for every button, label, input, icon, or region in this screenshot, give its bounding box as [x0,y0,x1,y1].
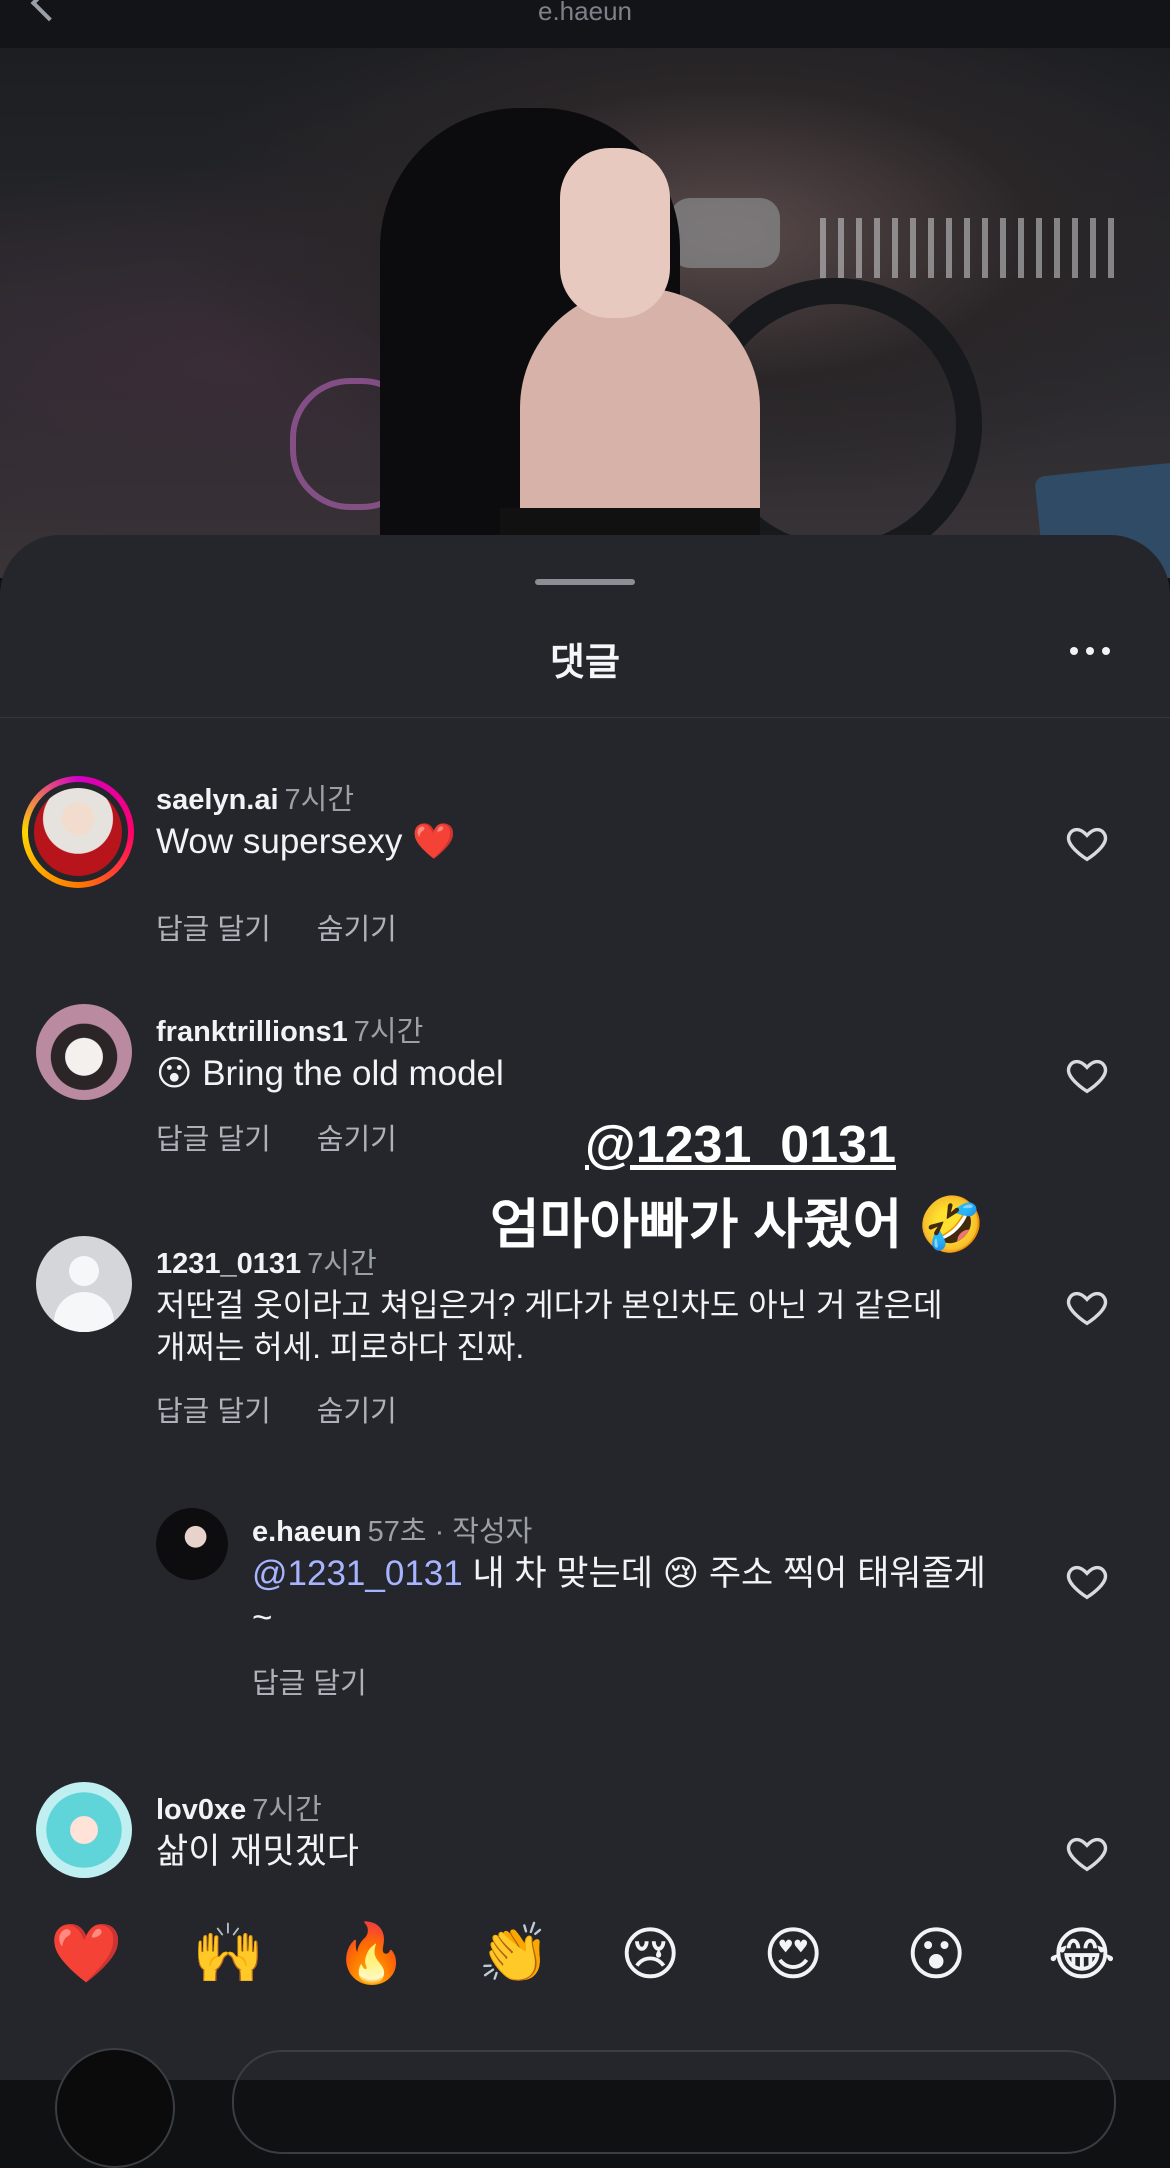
emoji-laughing[interactable]: 😂 [1048,1920,1116,1988]
avatar-story-ring[interactable] [22,776,134,888]
emoji-clapping[interactable]: 👏 [478,1920,550,1988]
composer-avatar [55,2048,175,2168]
comment-text-line-1: 저딴걸 옷이라고 쳐입은거? 게다가 본인차도 아닌 거 같은데 [156,1287,943,1323]
timestamp: 7시간 [307,1248,377,1280]
comment-text-line-2: 개쩌는 허세. 피로하다 진짜. [156,1329,525,1365]
emoji-reaction-bar: ❤️ 🙌 🔥 👏 😢 😍 😮 😂 [0,1920,1170,2010]
reply-text-line-2: ~ [252,1598,273,1637]
overlay-caption: 엄마아빠가 사줬어 🤣 [490,1195,985,1255]
emoji-surprised[interactable]: 😮 [906,1920,966,1988]
emoji-raised-hands[interactable]: 🙌 [192,1920,264,1988]
sheet-title: 댓글 [550,642,620,684]
comment-text: 😮 Bring the old model [156,1054,504,1093]
reply-button[interactable]: 답글 달기 [252,1668,367,1700]
mention-link[interactable]: @1231_0131 [252,1554,463,1593]
emoji-crying[interactable]: 😢 [620,1920,680,1988]
reply-button[interactable]: 답글 달기 [156,914,271,946]
username[interactable]: lov0xe [156,1794,246,1826]
top-bar: e.haeun [0,0,1170,49]
comment-text: Wow supersexy ❤️ [156,822,456,861]
hide-button[interactable]: 숨기기 [317,1124,397,1156]
timestamp: 7시간 [252,1794,322,1826]
overlay-handle: @1231_0131 [585,1116,896,1174]
timestamp: 7시간 [284,784,355,816]
timestamp: 7시간 [353,1016,424,1048]
emoji-fire[interactable]: 🔥 [335,1920,407,1988]
hide-button[interactable]: 숨기기 [317,1396,397,1428]
username[interactable]: 1231_0131 [156,1248,301,1280]
username[interactable]: saelyn.ai [156,784,279,816]
default-avatar-icon[interactable] [36,1236,132,1332]
emoji-heart-eyes[interactable]: 😍 [763,1920,823,1988]
heart-icon[interactable] [1064,1558,1110,1604]
post-photo [0,48,1170,578]
avatar[interactable] [36,1004,132,1100]
comment-text: 삶이 재밋겠다 [156,1832,359,1871]
heart-icon[interactable] [1064,820,1110,866]
username[interactable]: franktrillions1 [156,1016,348,1048]
avatar[interactable] [36,1782,132,1878]
reply-text: 내 차 맞는데 😢 주소 찍어 태워줄게 [462,1554,986,1593]
reply-button[interactable]: 답글 달기 [156,1124,271,1156]
avatar[interactable] [156,1508,228,1580]
sheet-drag-handle[interactable] [535,579,635,585]
emoji-heart[interactable]: ❤️ [50,1920,122,1988]
more-options-icon[interactable] [1070,647,1110,655]
comment-input[interactable] [232,2050,1116,2154]
reply-button[interactable]: 답글 달기 [156,1396,271,1428]
heart-icon[interactable] [1064,1284,1110,1330]
heart-icon[interactable] [1064,1830,1110,1876]
post-author: e.haeun [538,0,632,26]
divider [0,717,1170,718]
timestamp-author: 57초 · 작성자 [367,1516,533,1548]
hide-button[interactable]: 숨기기 [317,914,397,946]
heart-icon[interactable] [1064,1052,1110,1098]
username[interactable]: e.haeun [252,1516,362,1548]
